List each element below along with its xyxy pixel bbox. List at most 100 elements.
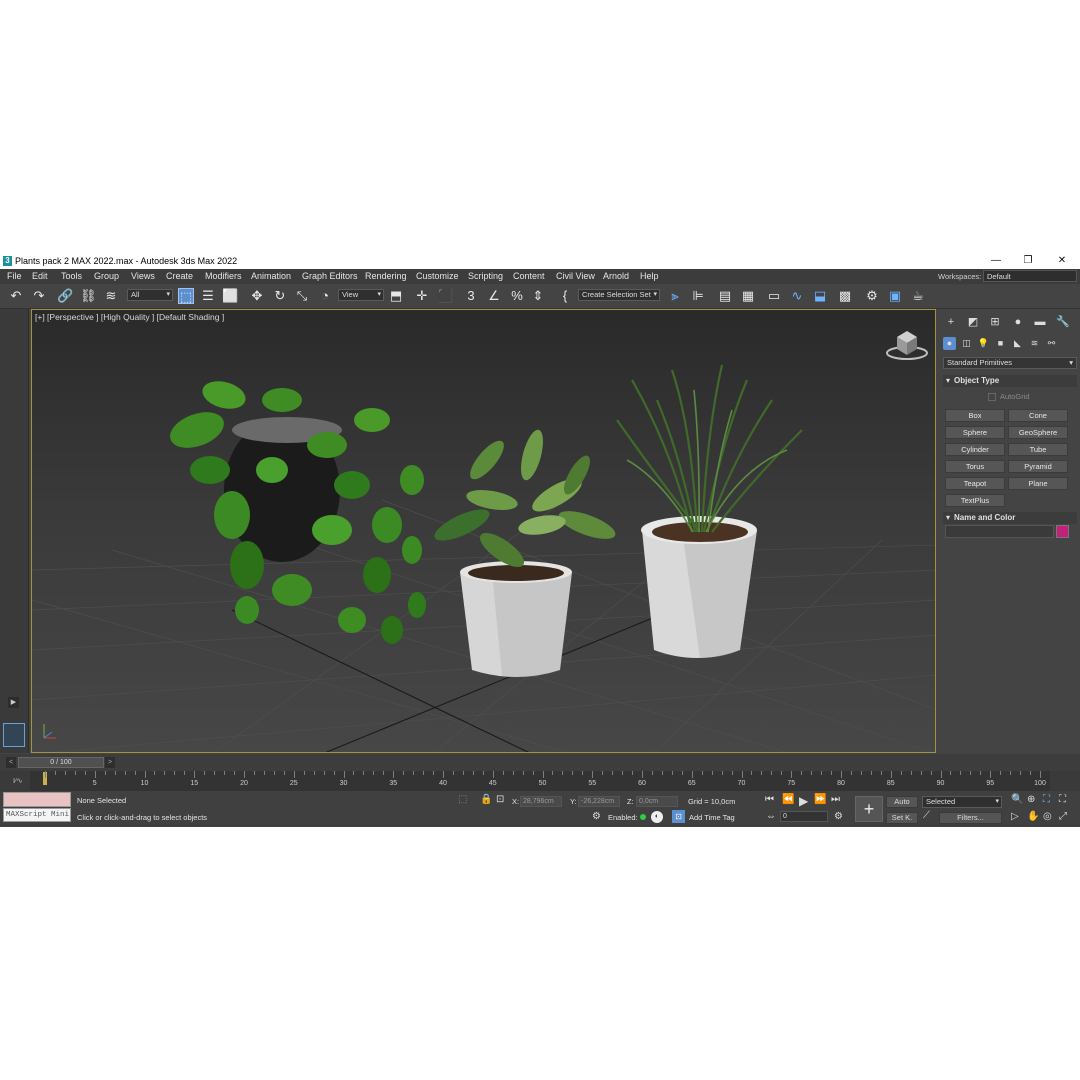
menu-create[interactable]: Create (166, 271, 193, 281)
spinner-snap-icon[interactable]: ⇕ (530, 288, 546, 304)
menu-animation[interactable]: Animation (251, 271, 291, 281)
pan-view-icon[interactable]: ✋ (1027, 811, 1039, 822)
percent-snap-icon[interactable]: % (509, 288, 525, 304)
zoom-all-icon[interactable]: ⊕ (1027, 794, 1035, 805)
unlink-icon[interactable]: ⛓ (80, 288, 97, 304)
hierarchy-tab-icon[interactable]: ⊞ (988, 315, 1002, 329)
shapes-category-icon[interactable]: ◫ (960, 337, 973, 350)
zoom-extents-all-icon[interactable]: ⛶ (1059, 794, 1066, 805)
viewcube-icon[interactable] (885, 327, 929, 361)
time-tag-icon[interactable]: ⚙ (592, 811, 601, 822)
undo-icon[interactable]: ↶ (8, 288, 24, 304)
go-to-end-icon[interactable]: ⏭ (831, 794, 840, 805)
field-of-view-icon[interactable]: ▷ (1011, 811, 1019, 822)
add-time-tag-label[interactable]: Add Time Tag (689, 813, 735, 822)
link-icon[interactable]: 🔗 (57, 288, 73, 304)
x-coordinate-field[interactable]: 28,796cm (520, 796, 562, 807)
maximize-viewport-icon[interactable]: ⤢ (1059, 811, 1067, 822)
orbit-icon[interactable]: ◎ (1043, 811, 1052, 822)
keyboard-shortcut-toggle-icon[interactable]: ⬛ (437, 288, 453, 304)
next-frame-icon[interactable]: ⏩ (814, 794, 826, 805)
name-and-color-rollout-header[interactable]: Name and Color (943, 512, 1077, 524)
selection-filter-dropdown[interactable]: All (127, 289, 173, 301)
autogrid-checkbox[interactable]: AutoGrid (988, 392, 1030, 402)
menu-customize[interactable]: Customize (416, 271, 459, 281)
scene-explorer-icon[interactable]: ▤ (717, 288, 733, 304)
menu-scripting[interactable]: Scripting (468, 271, 503, 281)
cone-button[interactable]: Cone (1008, 409, 1068, 422)
menu-graph-editors[interactable]: Graph Editors (302, 271, 358, 281)
menu-edit[interactable]: Edit (32, 271, 48, 281)
menu-arnold[interactable]: Arnold (603, 271, 629, 281)
scale-icon[interactable]: ⤡ (294, 288, 310, 304)
box-button[interactable]: Box (945, 409, 1005, 422)
maxscript-listener-input[interactable] (3, 792, 71, 807)
motion-tab-icon[interactable]: ● (1011, 315, 1025, 329)
display-tab-icon[interactable]: ▬ (1033, 315, 1047, 329)
absolute-mode-transform-icon[interactable]: ⊡ (496, 794, 504, 805)
object-type-rollout-header[interactable]: Object Type (943, 375, 1077, 387)
pyramid-button[interactable]: Pyramid (1008, 460, 1068, 473)
menu-rendering[interactable]: Rendering (365, 271, 407, 281)
geosphere-button[interactable]: GeoSphere (1008, 426, 1068, 439)
layer-explorer-icon[interactable]: ▦ (740, 288, 756, 304)
cylinder-button[interactable]: Cylinder (945, 443, 1005, 456)
workspaces-dropdown[interactable]: Default (983, 270, 1077, 282)
reference-coordinate-dropdown[interactable]: View (338, 289, 384, 301)
minimize-button[interactable]: — (985, 254, 1007, 268)
time-slider-next-icon[interactable]: > (105, 757, 115, 768)
time-slider[interactable]: 0 / 100 (18, 757, 104, 768)
zoom-extents-icon[interactable]: ⛶ (1043, 794, 1050, 805)
add-time-tag-icon[interactable]: ⊡ (672, 810, 685, 823)
textplus-button[interactable]: TextPlus (945, 494, 1005, 507)
manipulate-icon[interactable]: ✛ (414, 288, 430, 304)
edit-named-selection-icon[interactable]: { (557, 288, 573, 304)
material-editor-icon[interactable]: ▩ (837, 288, 853, 304)
render-setup-icon[interactable]: ⚙ (864, 288, 880, 304)
rectangular-selection-icon[interactable]: ⬜ (222, 288, 238, 304)
primitive-category-dropdown[interactable]: Standard Primitives (943, 357, 1077, 369)
menu-help[interactable]: Help (640, 271, 659, 281)
current-frame-field[interactable]: 0 (780, 811, 828, 822)
menu-modifiers[interactable]: Modifiers (205, 271, 242, 281)
mini-curve-editor-toggle[interactable]: Ι⁄∿ (13, 776, 23, 785)
menu-tools[interactable]: Tools (61, 271, 82, 281)
schematic-view-icon[interactable]: ⬓ (812, 288, 828, 304)
geometry-category-icon[interactable]: ● (943, 337, 956, 350)
tube-button[interactable]: Tube (1008, 443, 1068, 456)
selection-lock-icon[interactable]: 🔒 (480, 794, 492, 805)
lights-category-icon[interactable]: 💡 (977, 337, 990, 350)
perspective-viewport[interactable]: [+] [Perspective ] [High Quality ] [Defa… (31, 309, 936, 753)
expand-layout-icon[interactable]: ▶ (8, 697, 19, 708)
toggle-ribbon-icon[interactable]: ▭ (766, 288, 782, 304)
angle-snap-icon[interactable]: ∠ (486, 288, 502, 304)
previous-frame-icon[interactable]: ⏪ (782, 794, 794, 805)
pivot-center-icon[interactable]: ⬒ (388, 288, 404, 304)
time-configuration-icon[interactable]: ⚙ (834, 811, 843, 822)
auto-key-button[interactable]: Auto (886, 796, 918, 808)
mirror-icon[interactable]: ⫸ (667, 288, 683, 304)
object-color-swatch[interactable] (1056, 525, 1069, 538)
viewport-layout-button[interactable] (3, 723, 25, 747)
viewport-label-menu[interactable]: [+] [Perspective ] [High Quality ] [Defa… (35, 312, 224, 322)
zoom-icon[interactable]: 🔍 (1011, 794, 1023, 805)
systems-category-icon[interactable]: ⚯ (1045, 337, 1058, 350)
key-filters-button[interactable]: Filters... (939, 812, 1002, 824)
set-key-button[interactable]: Set K. (886, 812, 918, 824)
redo-icon[interactable]: ↷ (31, 288, 47, 304)
snaps-toggle-icon[interactable]: 3 (463, 288, 479, 304)
move-icon[interactable]: ✥ (249, 288, 265, 304)
play-icon[interactable]: ▶ (799, 794, 808, 808)
close-button[interactable]: ✕ (1051, 254, 1073, 268)
rotate-icon[interactable]: ↻ (272, 288, 288, 304)
render-production-icon[interactable]: ☕ (910, 288, 926, 304)
track-bar-frames[interactable]: 5 10 15 20 25 30 35 40 45 50 55 60 65 70 75 80 85 90 95 100 (30, 771, 1050, 791)
select-object-icon[interactable]: ⬚ (178, 288, 194, 304)
plane-button[interactable]: Plane (1008, 477, 1068, 490)
select-by-name-icon[interactable]: ☰ (200, 288, 216, 304)
go-to-start-icon[interactable]: ⏮ (765, 794, 774, 805)
cameras-category-icon[interactable]: ■ (994, 337, 1007, 350)
set-key-big-button[interactable]: + (855, 796, 883, 822)
sphere-button[interactable]: Sphere (945, 426, 1005, 439)
align-icon[interactable]: ⊫ (690, 288, 706, 304)
